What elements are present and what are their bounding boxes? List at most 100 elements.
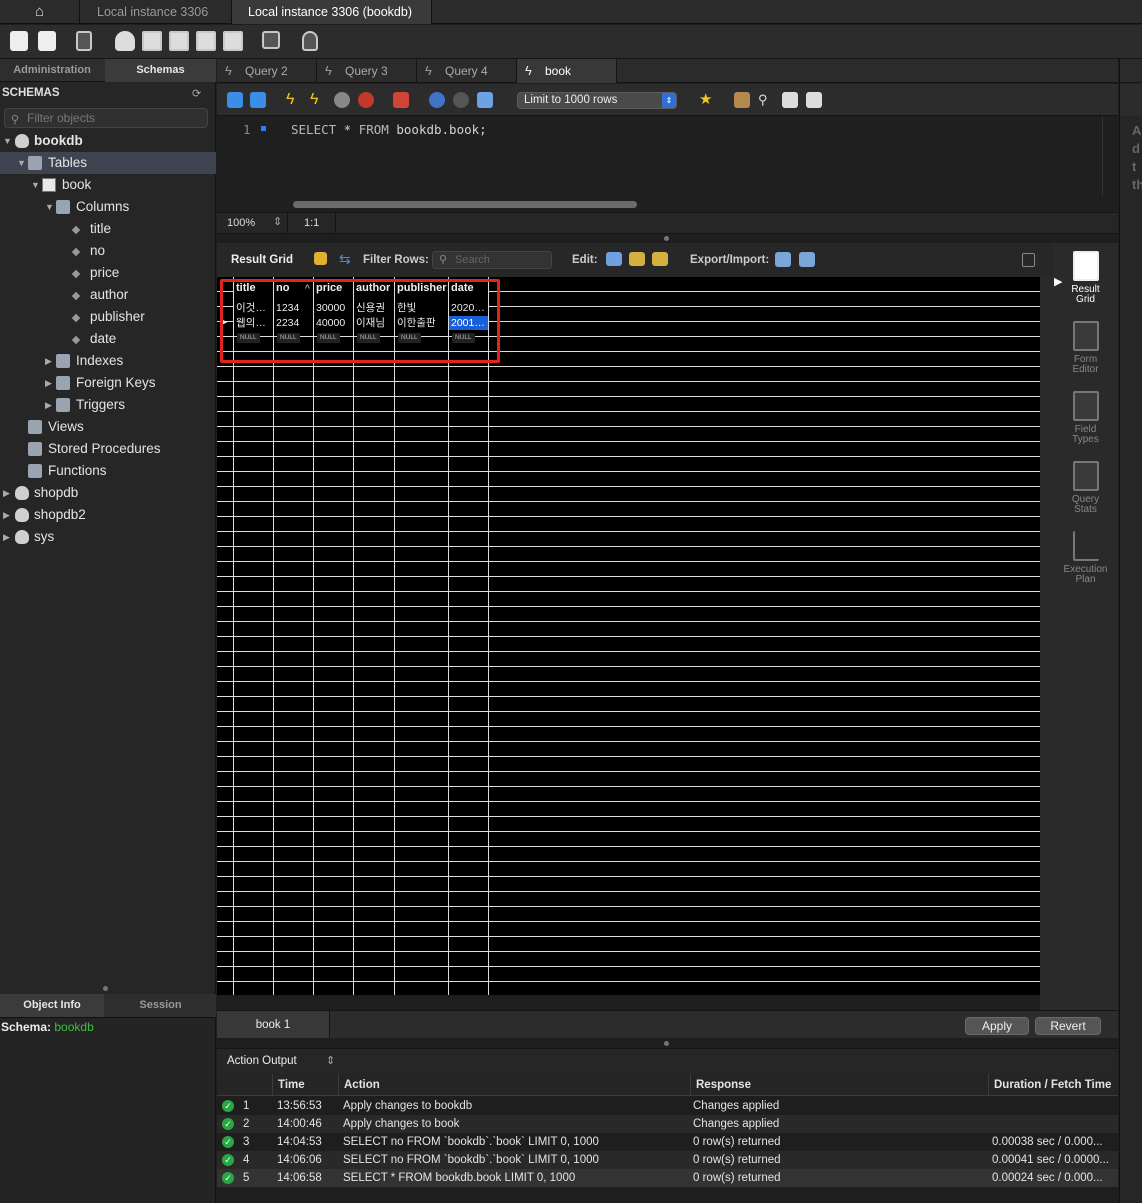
invisible-chars-icon[interactable]	[782, 92, 798, 108]
table-row[interactable]: ✓ 1 13:56:53 Apply changes to bookdb Cha…	[217, 1097, 1118, 1115]
expand-right-icon[interactable]: ▶	[45, 394, 55, 416]
tab-query-4[interactable]: ϟ Query 4	[417, 59, 517, 83]
search-table-data-icon[interactable]	[262, 31, 280, 49]
horizontal-scrollbar[interactable]	[293, 201, 637, 208]
expand-down-icon[interactable]: ▼	[17, 152, 27, 174]
refresh-icon[interactable]: ⟳	[192, 87, 201, 100]
tab-object-info[interactable]: Object Info	[0, 994, 104, 1017]
filter-objects-input[interactable]: ⚲ Filter objects	[4, 108, 208, 128]
tree-functions[interactable]: Functions	[0, 460, 216, 482]
expand-down-icon[interactable]: ▼	[45, 196, 55, 218]
table-row[interactable]: ✓ 5 14:06:58 SELECT * FROM bookdb.book L…	[217, 1169, 1118, 1187]
limit-rows-select[interactable]: Limit to 1000 rows ⇕	[517, 92, 677, 109]
expand-down-icon[interactable]: ▼	[3, 130, 13, 152]
action-output-select[interactable]: Action Output	[227, 1055, 297, 1067]
execute-icon[interactable]: ϟ	[286, 92, 302, 108]
expand-right-icon[interactable]: ▶	[3, 526, 13, 548]
execution-plan-view-button[interactable]: Execution Plan	[1053, 531, 1118, 585]
form-editor-view-button[interactable]: Form Editor	[1053, 321, 1118, 375]
tree-indexes[interactable]: ▶ Indexes	[0, 350, 216, 372]
column-header-duration[interactable]: Duration / Fetch Time	[988, 1074, 1118, 1096]
query-stats-view-button[interactable]: Query Stats	[1053, 461, 1118, 515]
splitter-handle[interactable]	[664, 1041, 669, 1046]
create-view-icon[interactable]	[169, 31, 189, 51]
reconnect-icon[interactable]	[302, 31, 318, 51]
create-table-icon[interactable]	[142, 31, 162, 51]
stop-icon[interactable]	[358, 92, 374, 108]
explain-icon[interactable]	[334, 92, 350, 108]
refresh-icon[interactable]: ⇆	[339, 251, 351, 268]
open-folder-icon[interactable]	[227, 92, 243, 108]
tab-book[interactable]: ϟ book	[517, 59, 617, 83]
tab-session[interactable]: Session	[105, 994, 216, 1017]
grid-icon[interactable]	[314, 252, 327, 265]
table-row[interactable]: ✓ 4 14:06:06 SELECT no FROM `bookdb`.`bo…	[217, 1151, 1118, 1169]
expand-right-icon[interactable]: ▶	[3, 504, 13, 526]
tree-schema-sys[interactable]: ▶ sys	[0, 526, 216, 548]
create-function-icon[interactable]	[223, 31, 243, 51]
revert-button[interactable]: Revert	[1035, 1017, 1101, 1035]
tab-query-3[interactable]: ϟ Query 3	[317, 59, 417, 83]
autocommit-icon[interactable]	[477, 92, 493, 108]
column-header-response[interactable]: Response	[690, 1074, 988, 1096]
import-icon[interactable]	[799, 252, 815, 267]
tree-columns[interactable]: ▼ Columns	[0, 196, 216, 218]
splitter-handle[interactable]	[664, 236, 669, 241]
expand-right-icon[interactable]: ▶	[45, 372, 55, 394]
rollback-icon[interactable]	[453, 92, 469, 108]
tab-administration[interactable]: Administration	[0, 59, 104, 82]
expand-right-icon[interactable]: ▶	[3, 482, 13, 504]
column-header-time[interactable]: Time	[272, 1074, 338, 1096]
tree-table-book[interactable]: ▼ book	[0, 174, 216, 196]
toggle-panel-icon[interactable]	[1022, 253, 1035, 267]
home-icon[interactable]: ⌂	[0, 0, 80, 24]
zoom-level[interactable]: 100%	[227, 217, 255, 229]
result-grid[interactable]: title no ^ price author publisher date 이것…	[217, 277, 1040, 995]
splitter-handle[interactable]	[103, 986, 108, 991]
result-tab-book-1[interactable]: book 1	[217, 1011, 330, 1038]
connection-tab-instance[interactable]: Local instance 3306	[81, 0, 232, 24]
tab-query-2[interactable]: ϟ Query 2	[217, 59, 317, 83]
tree-column-date[interactable]: date	[0, 328, 216, 350]
word-wrap-icon[interactable]	[806, 92, 822, 108]
expand-right-icon[interactable]: ▶	[45, 350, 55, 372]
chevron-updown-icon[interactable]: ⇕	[326, 1054, 335, 1067]
result-grid-view-button[interactable]: Result Grid	[1053, 251, 1118, 305]
sql-editor[interactable]: 1 SELECT * FROM bookdb.book;	[217, 116, 1118, 212]
table-row[interactable]: ✓ 2 14:00:46 Apply changes to book Chang…	[217, 1115, 1118, 1133]
field-types-view-button[interactable]: Field Types	[1053, 391, 1118, 445]
apply-button[interactable]: Apply	[965, 1017, 1029, 1035]
tab-schemas[interactable]: Schemas	[105, 59, 216, 82]
export-icon[interactable]	[775, 252, 791, 267]
tree-column-title[interactable]: title	[0, 218, 216, 240]
tree-column-no[interactable]: no	[0, 240, 216, 262]
tree-tables[interactable]: ▼ Tables	[0, 152, 216, 174]
tree-schema-shopdb2[interactable]: ▶ shopdb2	[0, 504, 216, 526]
column-header-action[interactable]: Action	[338, 1074, 690, 1096]
tree-triggers[interactable]: ▶ Triggers	[0, 394, 216, 416]
new-sql-tab-icon[interactable]	[10, 31, 28, 51]
find-icon[interactable]: ⚲	[758, 92, 774, 108]
inspector-icon[interactable]	[76, 31, 92, 51]
tree-stored-procedures[interactable]: Stored Procedures	[0, 438, 216, 460]
create-procedure-icon[interactable]	[196, 31, 216, 51]
table-row[interactable]: ✓ 3 14:04:53 SELECT no FROM `bookdb`.`bo…	[217, 1133, 1118, 1151]
filter-rows-input[interactable]: ⚲ Search	[432, 251, 552, 269]
tree-column-price[interactable]: price	[0, 262, 216, 284]
tree-schema-shopdb[interactable]: ▶ shopdb	[0, 482, 216, 504]
zoom-stepper-icon[interactable]: ⇕	[273, 215, 282, 228]
tree-views[interactable]: Views	[0, 416, 216, 438]
insert-row-icon[interactable]	[629, 252, 645, 266]
save-icon[interactable]	[250, 92, 266, 108]
tree-schema-bookdb[interactable]: ▼ bookdb	[0, 130, 216, 152]
tree-column-author[interactable]: author	[0, 284, 216, 306]
edit-row-icon[interactable]	[606, 252, 622, 266]
commit-icon[interactable]	[429, 92, 445, 108]
tree-column-publisher[interactable]: publisher	[0, 306, 216, 328]
grid-vertical-scrollbar[interactable]	[1040, 277, 1053, 1010]
beautify-icon[interactable]	[734, 92, 750, 108]
toggle-error-icon[interactable]	[393, 92, 409, 108]
open-sql-script-icon[interactable]	[38, 31, 56, 51]
sql-code[interactable]: SELECT * FROM bookdb.book;	[291, 122, 487, 137]
delete-row-icon[interactable]	[652, 252, 668, 266]
